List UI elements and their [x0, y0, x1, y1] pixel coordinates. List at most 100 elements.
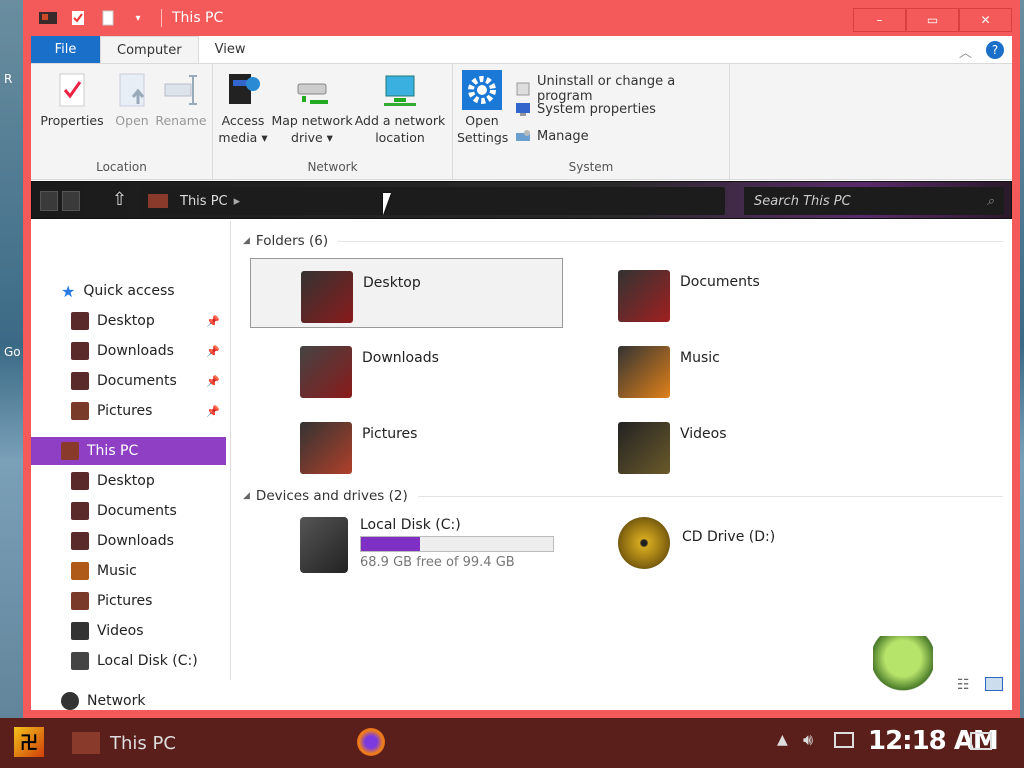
tray-expand-icon[interactable]: ▲: [777, 732, 788, 748]
minimize-button[interactable]: –: [853, 8, 906, 32]
folder-label: Pictures: [362, 426, 418, 442]
folder-icon: [71, 402, 89, 420]
open-settings-label-2: Settings: [457, 130, 509, 145]
nav-quick-access[interactable]: ★ Quick access: [31, 277, 226, 305]
drive-c-usage-bar: [360, 536, 554, 552]
up-arrow-icon[interactable]: ⇧: [112, 189, 127, 210]
folder-tile-documents[interactable]: Documents: [568, 258, 881, 328]
tab-computer[interactable]: Computer: [100, 36, 199, 63]
nav-quick-desktop[interactable]: Desktop 📌: [31, 307, 226, 335]
search-input[interactable]: Search This PC ⌕: [744, 187, 1004, 215]
help-icon[interactable]: ?: [986, 41, 1004, 59]
search-icon[interactable]: ⌕: [987, 194, 994, 209]
open-settings-button[interactable]: Open Settings: [457, 70, 509, 146]
mascot-image: [873, 636, 933, 692]
system-properties-label: System properties: [537, 101, 656, 117]
folder-tile-music[interactable]: Music: [568, 334, 881, 404]
title-divider: [161, 9, 162, 27]
tab-file[interactable]: File: [31, 36, 100, 63]
network-icon: [61, 692, 79, 710]
nav-label: Documents: [97, 373, 177, 389]
taskbar-this-pc[interactable]: This PC: [72, 728, 176, 758]
nav-pc-music[interactable]: Music: [31, 557, 226, 585]
uninstall-program-button[interactable]: Uninstall or change a program: [515, 74, 729, 104]
nav-quick-downloads[interactable]: Downloads 📌: [31, 337, 226, 365]
folder-tile-desktop[interactable]: Desktop: [250, 258, 563, 328]
properties-button[interactable]: Properties: [37, 70, 107, 129]
nav-this-pc[interactable]: This PC: [31, 437, 226, 465]
rename-icon: [161, 70, 201, 110]
title-bar[interactable]: ▾ This PC – ▭ ✕: [23, 0, 1020, 36]
firefox-icon[interactable]: [357, 728, 385, 756]
network-tray-icon[interactable]: [834, 732, 854, 748]
collapse-ribbon-icon[interactable]: ︿: [959, 42, 972, 61]
folder-tile-pictures[interactable]: Pictures: [250, 410, 563, 480]
folder-label: Documents: [680, 274, 760, 290]
open-label: Open: [115, 113, 149, 128]
rename-button[interactable]: Rename: [153, 70, 209, 129]
nav-pc-videos[interactable]: Videos: [31, 617, 226, 645]
close-button[interactable]: ✕: [959, 8, 1012, 32]
nav-label: Videos: [97, 623, 144, 639]
details-view-icon[interactable]: ☷: [957, 677, 970, 693]
folder-icon: [71, 342, 89, 360]
notifications-icon[interactable]: [970, 732, 992, 750]
start-button[interactable]: 卍: [14, 727, 44, 757]
manage-label: Manage: [537, 128, 589, 144]
new-folder-quick-icon[interactable]: [97, 9, 119, 27]
drive-c-tile[interactable]: Local Disk (C:) 68.9 GB free of 99.4 GB: [300, 517, 554, 573]
add-location-label-2: location: [375, 130, 425, 145]
this-pc-taskbar-icon: [72, 732, 100, 754]
drive-d-tile[interactable]: CD Drive (D:): [618, 517, 775, 569]
section-divider: [417, 495, 1003, 497]
system-properties-button[interactable]: System properties: [515, 101, 656, 117]
nav-pc-pictures[interactable]: Pictures: [31, 587, 226, 615]
content-pane: ◢ Folders (6) Desktop Documents Download…: [233, 221, 1012, 693]
folder-tile-downloads[interactable]: Downloads: [250, 334, 563, 404]
folder-tile-videos[interactable]: Videos: [568, 410, 881, 480]
breadcrumb[interactable]: This PC ▸: [140, 187, 725, 215]
manage-button[interactable]: Manage: [515, 128, 589, 144]
nav-pc-desktop[interactable]: Desktop: [31, 467, 226, 495]
ribbon-tabs: File Computer View ︿ ?: [31, 36, 1012, 64]
collapse-icon[interactable]: ◢: [243, 236, 250, 246]
properties-quick-icon[interactable]: [67, 9, 89, 27]
pin-icon[interactable]: 📌: [206, 315, 220, 328]
forward-button[interactable]: [62, 191, 80, 211]
back-button[interactable]: [40, 191, 58, 211]
pin-icon[interactable]: 📌: [206, 405, 220, 418]
system-properties-icon: [515, 101, 531, 117]
collapse-icon[interactable]: ◢: [243, 491, 250, 501]
folder-icon: [71, 502, 89, 520]
rename-label: Rename: [155, 113, 207, 128]
drives-section-header[interactable]: ◢ Devices and drives (2): [243, 488, 1003, 504]
map-network-drive-button[interactable]: Map network drive ▾: [271, 70, 353, 146]
breadcrumb-chevron-icon[interactable]: ▸: [234, 194, 241, 209]
folders-section-header[interactable]: ◢ Folders (6): [243, 233, 1003, 249]
system-group-label: System: [568, 160, 614, 174]
breadcrumb-this-pc[interactable]: This PC: [180, 194, 228, 209]
volume-icon[interactable]: 🔊︎: [803, 730, 813, 750]
nav-pc-downloads[interactable]: Downloads: [31, 527, 226, 555]
properties-icon: [52, 70, 92, 110]
access-media-button[interactable]: Access media ▾: [217, 70, 269, 146]
open-button[interactable]: Open: [109, 70, 155, 129]
section-divider: [338, 240, 1003, 242]
nav-pc-documents[interactable]: Documents: [31, 497, 226, 525]
mouse-cursor-icon: [383, 193, 391, 215]
add-network-location-button[interactable]: Add a network location: [353, 70, 447, 146]
pin-icon[interactable]: 📌: [206, 375, 220, 388]
nav-network[interactable]: Network: [31, 687, 226, 715]
nav-pc-local-disk[interactable]: Local Disk (C:): [31, 647, 226, 675]
nav-label: Music: [97, 563, 137, 579]
pin-icon[interactable]: 📌: [206, 345, 220, 358]
desktop-folder-icon: [301, 271, 353, 323]
nav-quick-documents[interactable]: Documents 📌: [31, 367, 226, 395]
tab-view[interactable]: View: [199, 36, 262, 63]
cd-drive-icon: [618, 517, 670, 569]
large-icons-view-icon[interactable]: [985, 677, 1003, 691]
quick-access-dropdown-icon[interactable]: ▾: [127, 9, 149, 27]
folders-header-label: Folders (6): [255, 233, 329, 249]
nav-quick-pictures[interactable]: Pictures 📌: [31, 397, 226, 425]
maximize-button[interactable]: ▭: [906, 8, 959, 32]
